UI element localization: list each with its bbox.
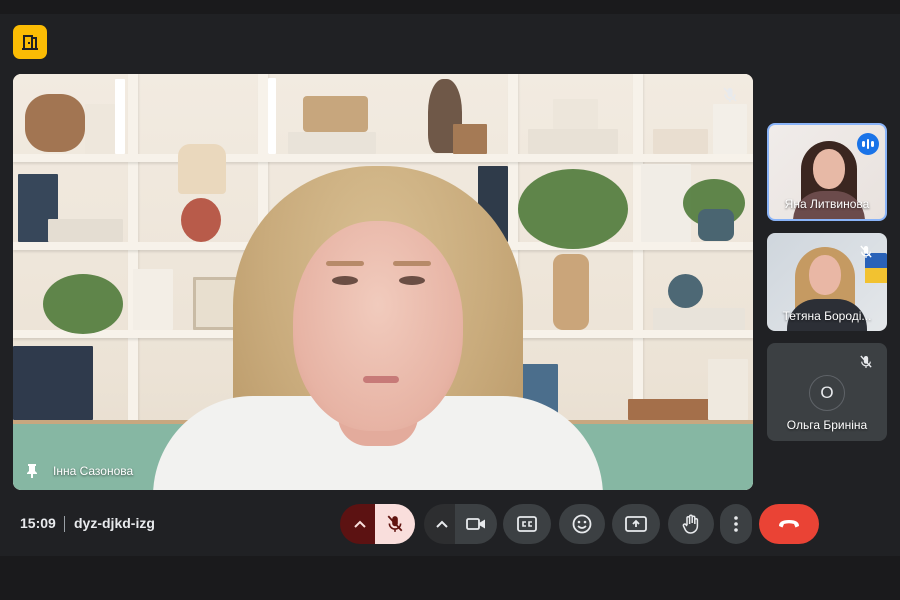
decor-pot [668, 274, 703, 308]
participant-tile-2[interactable]: Тетяна Бороді... [767, 233, 887, 331]
main-tile-mic-off-icon [719, 84, 741, 106]
participant-face [809, 255, 841, 295]
participant-video [153, 166, 603, 490]
decor-books [708, 359, 748, 420]
door-icon [22, 35, 38, 50]
decor-basket [303, 96, 368, 132]
more-vert-icon [734, 516, 738, 532]
decor-book-stack [528, 129, 618, 154]
emoji-icon [572, 514, 592, 534]
participant-brow [393, 261, 431, 266]
shelf-post [128, 74, 138, 434]
participant-eye [399, 276, 425, 285]
pin-icon[interactable] [23, 462, 41, 480]
meeting-clock: 15:09 [20, 515, 56, 531]
decor-pot [698, 209, 734, 241]
meeting-code[interactable]: dyz-djkd-izg [74, 515, 155, 531]
raise-hand-button[interactable] [668, 504, 714, 544]
participant-tile-1[interactable]: Яна Литвинова [767, 123, 887, 221]
mic-toggle-button[interactable] [375, 504, 415, 544]
top-bar [0, 0, 900, 14]
decor-book [268, 78, 276, 154]
present-screen-icon [625, 516, 647, 532]
footer-divider [64, 516, 65, 532]
closed-captions-icon [517, 516, 537, 532]
participant-face [293, 221, 463, 431]
main-video-tile[interactable]: Інна Сазонова [13, 74, 753, 490]
decor-book-stack [288, 132, 376, 154]
more-options-button[interactable] [720, 504, 752, 544]
call-end-icon [779, 520, 799, 528]
decor-book [85, 104, 115, 154]
decor-books [133, 269, 173, 330]
present-screen-button[interactable] [612, 504, 660, 544]
decor-book [713, 104, 747, 154]
decor-vase [553, 254, 589, 330]
participant-brow [326, 261, 364, 266]
reactions-button[interactable] [559, 504, 605, 544]
decor-bowl [25, 94, 85, 152]
participant-name: Ольга Бриніна [786, 418, 868, 432]
decor-book [115, 79, 125, 154]
shelf-board [13, 154, 753, 162]
speaking-indicator-icon [857, 133, 879, 155]
participant-mouth [363, 376, 399, 383]
decor-books [13, 346, 93, 420]
decor-box [453, 124, 487, 154]
mic-off-icon [387, 515, 403, 532]
chevron-up-icon [436, 520, 448, 528]
decor-book-stack [48, 219, 123, 242]
participant-eye [332, 276, 358, 285]
mic-off-icon [857, 243, 875, 261]
decor-box [653, 129, 708, 154]
participant-name: Тетяна Бороді... [782, 309, 872, 323]
hand-icon [682, 514, 699, 534]
captions-button[interactable] [503, 504, 551, 544]
participant-tile-3[interactable]: О Ольга Бриніна [767, 343, 887, 441]
main-participant-name: Інна Сазонова [53, 464, 134, 478]
decor-plant [43, 274, 123, 334]
mic-options-button[interactable] [340, 504, 380, 544]
bottom-band [0, 556, 900, 600]
avatar: О [809, 375, 845, 411]
shelf-post [633, 74, 643, 434]
decor-book-stack [653, 308, 745, 330]
camera-toggle-button[interactable] [455, 504, 497, 544]
chevron-up-icon [354, 520, 366, 528]
participant-face [813, 149, 845, 189]
flag-decor [865, 268, 887, 283]
camera-icon [466, 518, 485, 530]
leave-call-button[interactable] [759, 504, 819, 544]
app-logo[interactable] [13, 25, 47, 59]
decor-sculpture [553, 99, 598, 129]
participant-name: Яна Литвинова [784, 197, 870, 211]
mic-off-icon [857, 353, 875, 371]
